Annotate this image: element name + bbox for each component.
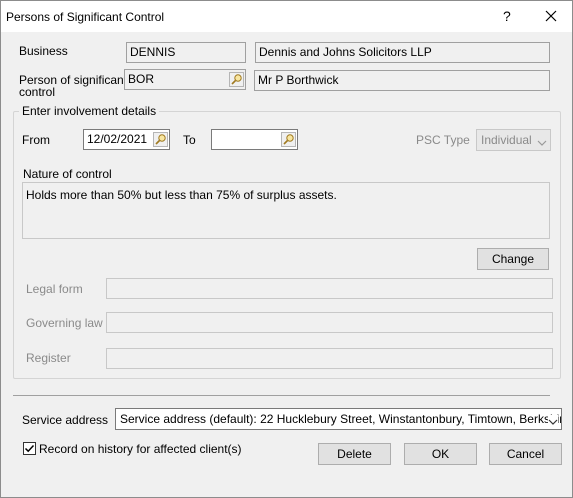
delete-button[interactable]: Delete xyxy=(318,443,391,465)
business-name-field[interactable]: Dennis and Johns Solicitors LLP xyxy=(255,42,550,63)
service-address-select[interactable]: Service address (default): 22 Hucklebury… xyxy=(115,408,562,430)
record-history-checkbox[interactable] xyxy=(23,442,36,455)
from-label: From xyxy=(22,133,50,147)
psc-label-line2: control xyxy=(19,85,56,99)
service-address-value: Service address (default): 22 Hucklebury… xyxy=(120,412,562,426)
title-bar: Persons of Significant Control ? xyxy=(1,1,572,32)
register-field[interactable] xyxy=(106,348,553,369)
psc-type-select[interactable]: Individual xyxy=(476,129,551,151)
help-button[interactable]: ? xyxy=(503,8,511,24)
to-date-lookup-icon[interactable] xyxy=(281,132,296,147)
cancel-button[interactable]: Cancel xyxy=(489,443,562,465)
chevron-down-icon xyxy=(548,415,558,425)
nature-of-control-text[interactable]: Holds more than 50% but less than 75% of… xyxy=(22,182,550,239)
divider xyxy=(13,395,550,396)
legal-form-field[interactable] xyxy=(106,278,553,299)
ok-button[interactable]: OK xyxy=(404,443,477,465)
close-icon[interactable] xyxy=(541,6,561,26)
register-label: Register xyxy=(26,351,71,365)
involvement-group-title: Enter involvement details xyxy=(19,104,160,118)
psc-type-label: PSC Type xyxy=(416,133,470,147)
business-label: Business xyxy=(19,44,68,58)
psc-code-field[interactable]: BOR xyxy=(124,69,246,90)
psc-type-value: Individual xyxy=(481,133,532,147)
record-history-label: Record on history for affected client(s) xyxy=(39,442,242,456)
to-label: To xyxy=(183,133,196,147)
dialog-title: Persons of Significant Control xyxy=(6,10,165,24)
legal-form-label: Legal form xyxy=(26,282,83,296)
service-address-label: Service address xyxy=(22,413,109,427)
involvement-group xyxy=(13,111,561,379)
business-code-field[interactable]: DENNIS xyxy=(126,42,246,63)
psc-lookup-icon[interactable] xyxy=(229,72,244,87)
nature-of-control-label: Nature of control xyxy=(23,167,112,181)
change-button[interactable]: Change xyxy=(477,248,549,270)
from-date-lookup-icon[interactable] xyxy=(153,132,168,147)
psc-name-field[interactable]: Mr P Borthwick xyxy=(254,70,550,91)
governing-law-field[interactable] xyxy=(106,312,553,333)
governing-law-label: Governing law xyxy=(26,316,103,330)
psc-dialog: Persons of Significant Control ? Busines… xyxy=(0,0,573,498)
chevron-down-icon xyxy=(537,136,547,146)
